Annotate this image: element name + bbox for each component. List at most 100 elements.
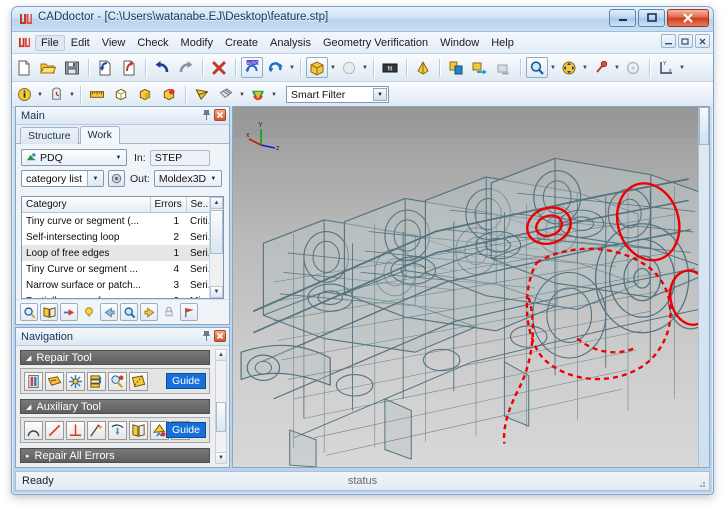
table-row[interactable]: Narrow surface or patch... 3 Seri...	[22, 277, 223, 293]
shape-dropdown-arrow[interactable]: ▼	[329, 58, 337, 78]
mdi-minimize-button[interactable]	[661, 34, 676, 48]
out-combo[interactable]: Moldex3D ▼	[153, 170, 222, 187]
menu-item-check[interactable]: Check	[131, 35, 174, 51]
out-dropdown-arrow[interactable]: ▼	[206, 171, 221, 186]
repair-dropdown-arrow[interactable]: ▼	[288, 58, 296, 78]
pan-dropdown-arrow[interactable]: ▼	[581, 58, 589, 78]
new-file-button[interactable]	[13, 57, 35, 78]
sew-button[interactable]	[24, 371, 43, 391]
menu-item-window[interactable]: Window	[434, 35, 485, 51]
error-table-scrollbar[interactable]: ▲ ▼	[209, 197, 223, 298]
mdi-close-button[interactable]	[695, 34, 710, 48]
auxiliary-tool-guide-button[interactable]: Guide	[165, 422, 206, 438]
mesh-grid-button[interactable]	[215, 84, 237, 105]
close-button[interactable]	[667, 9, 709, 27]
ruler-button[interactable]	[86, 84, 108, 105]
measure-button[interactable]: fit	[379, 57, 401, 78]
fill-hole-button[interactable]	[108, 371, 127, 391]
scroll-down-button[interactable]: ▼	[210, 286, 223, 298]
line-button[interactable]	[45, 420, 64, 440]
menu-item-edit[interactable]: Edit	[65, 35, 96, 51]
compare-button[interactable]	[469, 57, 491, 78]
scroll-up-button[interactable]: ▲	[210, 197, 223, 209]
weight-button[interactable]	[45, 84, 67, 105]
box-wireframe-button[interactable]	[110, 84, 132, 105]
scrollbar-thumb[interactable]	[216, 402, 226, 432]
jump-to-error-button[interactable]	[60, 303, 78, 321]
import-button[interactable]	[94, 57, 116, 78]
maximize-button[interactable]	[638, 9, 665, 27]
zoom-dropdown-arrow[interactable]: ▼	[549, 58, 557, 78]
compare-errors-button[interactable]	[40, 303, 58, 321]
scroll-down-button[interactable]: ▼	[216, 452, 226, 463]
color-palette-button[interactable]	[247, 84, 269, 105]
smart-filter-combo[interactable]: Smart Filter ▼	[286, 86, 389, 103]
group-header-repair-tool[interactable]: ◢ Repair Tool	[20, 350, 210, 365]
rotate-dropdown-arrow[interactable]: ▼	[613, 58, 621, 78]
palette-dropdown-arrow[interactable]: ▼	[270, 85, 278, 105]
pin-icon[interactable]	[202, 109, 211, 121]
info-dropdown-arrow[interactable]: ▼	[36, 85, 44, 105]
zoom-button[interactable]	[526, 57, 548, 78]
table-row[interactable]: Tiny curve or segment (... 1 Criti...	[22, 213, 223, 230]
group-header-repair-all-errors[interactable]: ▸ Repair All Errors	[20, 448, 210, 463]
minimize-button[interactable]	[609, 9, 636, 27]
pan-button[interactable]	[558, 57, 580, 78]
profile-combo[interactable]: PDQ ▼	[21, 149, 127, 166]
weight-dropdown-arrow[interactable]: ▼	[68, 85, 76, 105]
healing-button[interactable]	[412, 57, 434, 78]
category-dropdown-arrow[interactable]: ▼	[87, 171, 103, 186]
scrollbar-thumb[interactable]	[210, 210, 223, 254]
export-button[interactable]	[118, 57, 140, 78]
merge-button[interactable]	[66, 371, 85, 391]
menu-item-modify[interactable]: Modify	[175, 35, 219, 51]
mdi-restore-button[interactable]	[678, 34, 693, 48]
patch-button[interactable]	[45, 371, 64, 391]
box-colored-button[interactable]	[158, 84, 180, 105]
rotate-pin-button[interactable]	[590, 57, 612, 78]
shaded-sphere-button[interactable]	[338, 57, 360, 78]
table-row[interactable]: Tiny Curve or segment ... 4 Seri...	[22, 261, 223, 277]
shade-dropdown-arrow[interactable]: ▼	[361, 58, 369, 78]
scroll-up-button[interactable]: ▲	[216, 350, 226, 361]
menu-item-file[interactable]: File	[35, 34, 65, 51]
axes-dropdown-arrow[interactable]: ▼	[678, 58, 686, 78]
menu-item-create[interactable]: Create	[219, 35, 264, 51]
navigation-panel-close-button[interactable]	[214, 330, 226, 342]
book-button[interactable]	[129, 420, 148, 440]
perpendicular-button[interactable]	[66, 420, 85, 440]
tab-work[interactable]: Work	[79, 126, 120, 144]
arc-button[interactable]	[24, 420, 43, 440]
fit-view-button[interactable]	[622, 57, 644, 78]
column-header-category[interactable]: Category	[22, 197, 151, 213]
inspect-button[interactable]	[20, 303, 38, 321]
stack-button[interactable]	[87, 371, 106, 391]
3d-viewport[interactable]: x Y z	[232, 106, 710, 468]
split-button[interactable]	[87, 420, 106, 440]
mesh-triangle-button[interactable]	[191, 84, 213, 105]
repair-refresh-button[interactable]	[265, 57, 287, 78]
info-button[interactable]	[13, 84, 35, 105]
auto-repair-button[interactable]: AUTO	[241, 57, 263, 78]
column-header-errors[interactable]: Errors	[150, 197, 187, 213]
box-shaded-button[interactable]	[134, 84, 156, 105]
viewport-scrollbar[interactable]	[698, 107, 709, 467]
tab-structure[interactable]: Structure	[20, 127, 79, 144]
repair-tool-guide-button[interactable]: Guide	[165, 373, 206, 389]
table-row[interactable]: Loop of free edges 1 Seri...	[22, 245, 223, 261]
simplify-button[interactable]	[445, 57, 467, 78]
smart-filter-dropdown-button[interactable]: ▼	[373, 88, 387, 101]
trim-button[interactable]	[129, 371, 148, 391]
flag-button[interactable]	[180, 303, 198, 321]
category-list-combo[interactable]: category list ▼	[21, 170, 104, 187]
navigation-scrollbar[interactable]: ▲ ▼	[215, 349, 227, 464]
solid-shape-button[interactable]	[306, 57, 328, 78]
hint-button[interactable]	[80, 303, 98, 321]
profile-dropdown-arrow[interactable]: ▼	[111, 150, 126, 165]
project-button[interactable]	[108, 420, 127, 440]
coordinate-axes-button[interactable]: Y x	[655, 57, 677, 78]
group-header-auxiliary-tool[interactable]: ◢ Auxiliary Tool	[20, 399, 210, 414]
resize-grip-icon[interactable]	[696, 478, 706, 488]
previous-error-button[interactable]	[100, 303, 118, 321]
zoom-error-button[interactable]	[120, 303, 138, 321]
